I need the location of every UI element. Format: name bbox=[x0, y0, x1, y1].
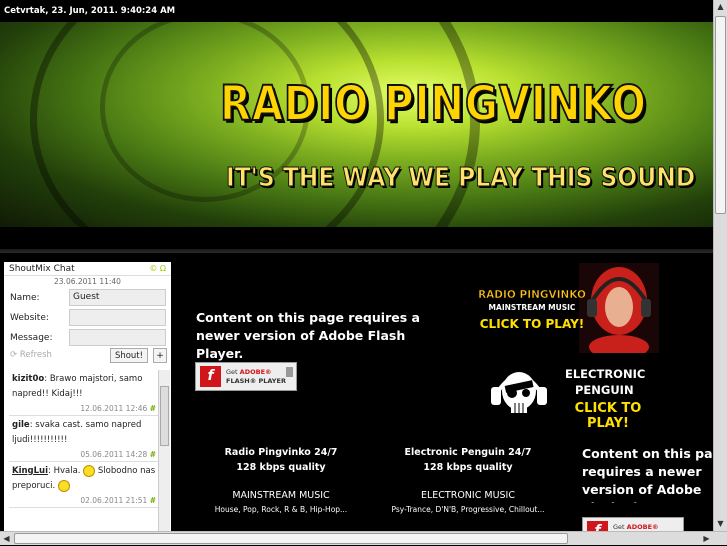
permalink-icon[interactable]: # bbox=[150, 496, 156, 505]
datetime-bar: Cetvrtak, 23. Jun, 2011. 9:40:24 AM bbox=[0, 0, 713, 22]
promo2-line3: CLICK TO PLAY! bbox=[574, 401, 642, 431]
scroll-up-icon[interactable]: ▲ bbox=[714, 0, 727, 14]
page-horizontal-scrollbar[interactable]: ◀ ▶ bbox=[0, 531, 727, 545]
download-arrow-icon bbox=[286, 367, 293, 377]
name-input[interactable]: Guest bbox=[69, 289, 166, 306]
station2-title: Electronic Penguin 24/7 128 kbps quality bbox=[404, 447, 532, 473]
chat-time: 02.06.2011 21:51 bbox=[80, 496, 148, 505]
permalink-icon[interactable]: # bbox=[150, 450, 156, 459]
promo1-line2: MAINSTREAM MUSIC bbox=[488, 303, 576, 312]
scroll-down-icon[interactable]: ▼ bbox=[714, 517, 727, 531]
chat-text: Hvala. bbox=[53, 466, 81, 476]
chat-nick[interactable]: kizit0o bbox=[12, 374, 44, 384]
skull-headphones-icon bbox=[491, 372, 547, 413]
header-banner: RADIO PINGVINKO IT'S THE WAY WE PLAY THI… bbox=[0, 22, 713, 227]
website-label: Website: bbox=[10, 313, 49, 323]
permalink-icon[interactable]: # bbox=[150, 404, 156, 413]
promo2-line2: PENGUIN bbox=[575, 383, 634, 397]
station1-tags: House, Pop, Rock, R & B, Hip-Hop... bbox=[214, 505, 348, 514]
promo-radio-pingvinko[interactable]: RADIO PINGVINKO MAINSTREAM MUSIC CLICK T… bbox=[477, 263, 659, 353]
chat-date: 23.06.2011 11:40 bbox=[54, 277, 121, 286]
refresh-icon: ⟳ bbox=[10, 350, 18, 360]
list-item: kizit0o: Brawo majstori, samo napred!! K… bbox=[9, 370, 158, 416]
message-input[interactable] bbox=[69, 329, 166, 346]
scroll-right-icon[interactable]: ▶ bbox=[700, 532, 713, 546]
flash-logo-icon: f bbox=[587, 521, 608, 531]
chat-text: svaka cast. samo napred ljudi!!!!!!!!!!! bbox=[12, 420, 142, 445]
chat-title: ShoutMix Chat bbox=[9, 264, 75, 274]
promo1-line1: RADIO PINGVINKO bbox=[478, 289, 586, 302]
singer-girl-image bbox=[579, 263, 659, 353]
chat-nick[interactable]: gile bbox=[12, 420, 30, 430]
station2-genre: ELECTRONIC MUSIC bbox=[421, 490, 515, 501]
chat-messages: kizit0o: Brawo majstori, samo napred!! K… bbox=[9, 370, 158, 531]
chat-time: 05.06.2011 14:28 bbox=[80, 450, 148, 459]
site-slogan: IT'S THE WAY WE PLAY THIS SOUND bbox=[226, 163, 696, 194]
station2-tags: Psy-Trance, D'N'B, Progressive, Chillout… bbox=[391, 505, 545, 514]
vertical-scroll-thumb[interactable] bbox=[715, 16, 726, 214]
smiley-icon bbox=[57, 479, 70, 492]
promo2-line1: ELECTRONIC bbox=[565, 367, 646, 381]
flash-required-message-2: Content on this page requires a newer ve… bbox=[582, 446, 713, 503]
chat-scroll-thumb[interactable] bbox=[160, 386, 169, 446]
chat-nick[interactable]: KingLui bbox=[12, 466, 48, 476]
chat-scrollbar[interactable] bbox=[158, 370, 170, 531]
name-label: Name: bbox=[10, 293, 40, 303]
flash-logo-icon: f bbox=[200, 366, 221, 387]
horizontal-scroll-thumb[interactable] bbox=[14, 533, 568, 544]
promo1-line3: CLICK TO PLAY! bbox=[479, 317, 585, 331]
scroll-left-icon[interactable]: ◀ bbox=[0, 532, 13, 546]
smiley-icon bbox=[83, 464, 96, 477]
message-label: Message: bbox=[10, 333, 53, 343]
expand-button[interactable]: + bbox=[153, 348, 167, 363]
chat-header: ShoutMix Chat © Ω bbox=[4, 262, 171, 276]
flash-required-message: Content on this page requires a newer ve… bbox=[196, 310, 420, 361]
station1-title: Radio Pingvinko 24/7 128 kbps quality bbox=[224, 447, 338, 473]
station1-genre: MAINSTREAM MUSIC bbox=[232, 490, 330, 501]
divider-band bbox=[0, 227, 713, 253]
main-content: Content on this page requires a newer ve… bbox=[172, 253, 713, 531]
promo-electronic-penguin[interactable]: ELECTRONIC PENGUIN CLICK TO PLAY! bbox=[487, 361, 657, 431]
get-flash-button[interactable]: f Get ADOBE® FLASH® PLAYER bbox=[195, 362, 297, 391]
page-vertical-scrollbar[interactable]: ▲ ▼ bbox=[713, 0, 727, 531]
chat-links-icon[interactable]: © Ω bbox=[149, 264, 166, 273]
shout-button[interactable]: Shout! bbox=[110, 348, 148, 363]
get-flash-button-2[interactable]: f Get ADOBE® bbox=[582, 517, 684, 531]
chat-time: 12.06.2011 12:46 bbox=[80, 404, 148, 413]
list-item: gile: svaka cast. samo napred ljudi!!!!!… bbox=[9, 416, 158, 462]
refresh-link[interactable]: ⟳ Refresh bbox=[10, 350, 52, 360]
datetime-text: Cetvrtak, 23. Jun, 2011. 9:40:24 AM bbox=[4, 6, 176, 16]
website-input[interactable] bbox=[69, 309, 166, 326]
list-item: KingLui: Hvala. Slobodno nas preporuci. … bbox=[9, 462, 158, 508]
shoutmix-chat: ShoutMix Chat © Ω 23.06.2011 11:40 Name:… bbox=[4, 262, 171, 531]
site-title: RADIO PINGVINKO bbox=[219, 75, 647, 133]
